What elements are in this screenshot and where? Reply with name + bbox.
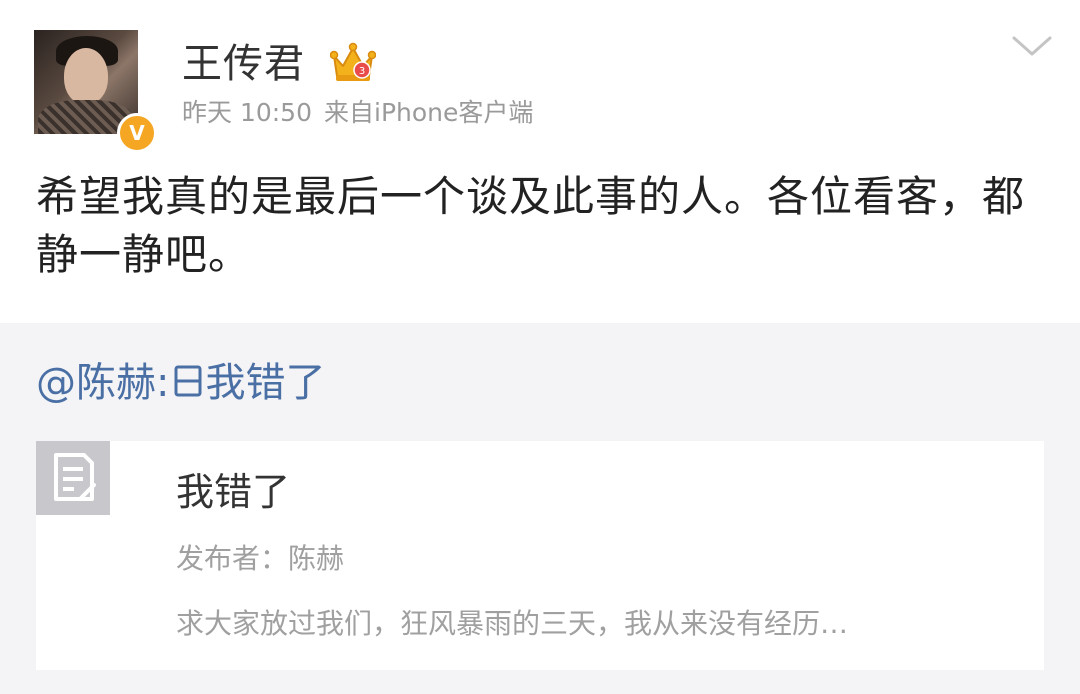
post-time: 昨天 10:50	[182, 98, 312, 127]
username[interactable]: 王传君	[182, 38, 305, 90]
repost-text[interactable]: 我错了	[205, 360, 325, 406]
repost-separator: :	[156, 360, 170, 406]
article-snippet: 求大家放过我们，狂风暴雨的三天，我从来没有经历…	[176, 607, 849, 640]
crown-icon[interactable]: 3	[330, 42, 376, 84]
verified-v-icon: V	[117, 113, 157, 153]
article-author: 发布者：陈赫	[176, 542, 345, 575]
embedded-article-card[interactable]: 我错了 发布者：陈赫 求大家放过我们，狂风暴雨的三天，我从来没有经历…	[36, 441, 1044, 670]
document-icon	[36, 441, 110, 515]
post-meta: 昨天 10:50 来自iPhone客户端	[182, 96, 545, 130]
post-text: 希望我真的是最后一个谈及此事的人。各位看客，都静一静吧。	[36, 172, 1026, 279]
post-source[interactable]: 来自iPhone客户端	[324, 98, 533, 127]
post-card: V 王传君 3 昨天 10:50 来自iPhone客户端 希望我真的是最后一个谈及…	[0, 0, 1080, 323]
repost-line: @陈赫: 我错了	[36, 356, 325, 410]
article-link-icon[interactable]	[173, 364, 203, 398]
article-title[interactable]: 我错了	[176, 467, 290, 517]
avatar-face	[64, 48, 108, 104]
mention-link[interactable]: @陈赫	[36, 360, 156, 406]
svg-text:3: 3	[359, 66, 365, 77]
chevron-down-icon[interactable]	[1010, 32, 1054, 60]
